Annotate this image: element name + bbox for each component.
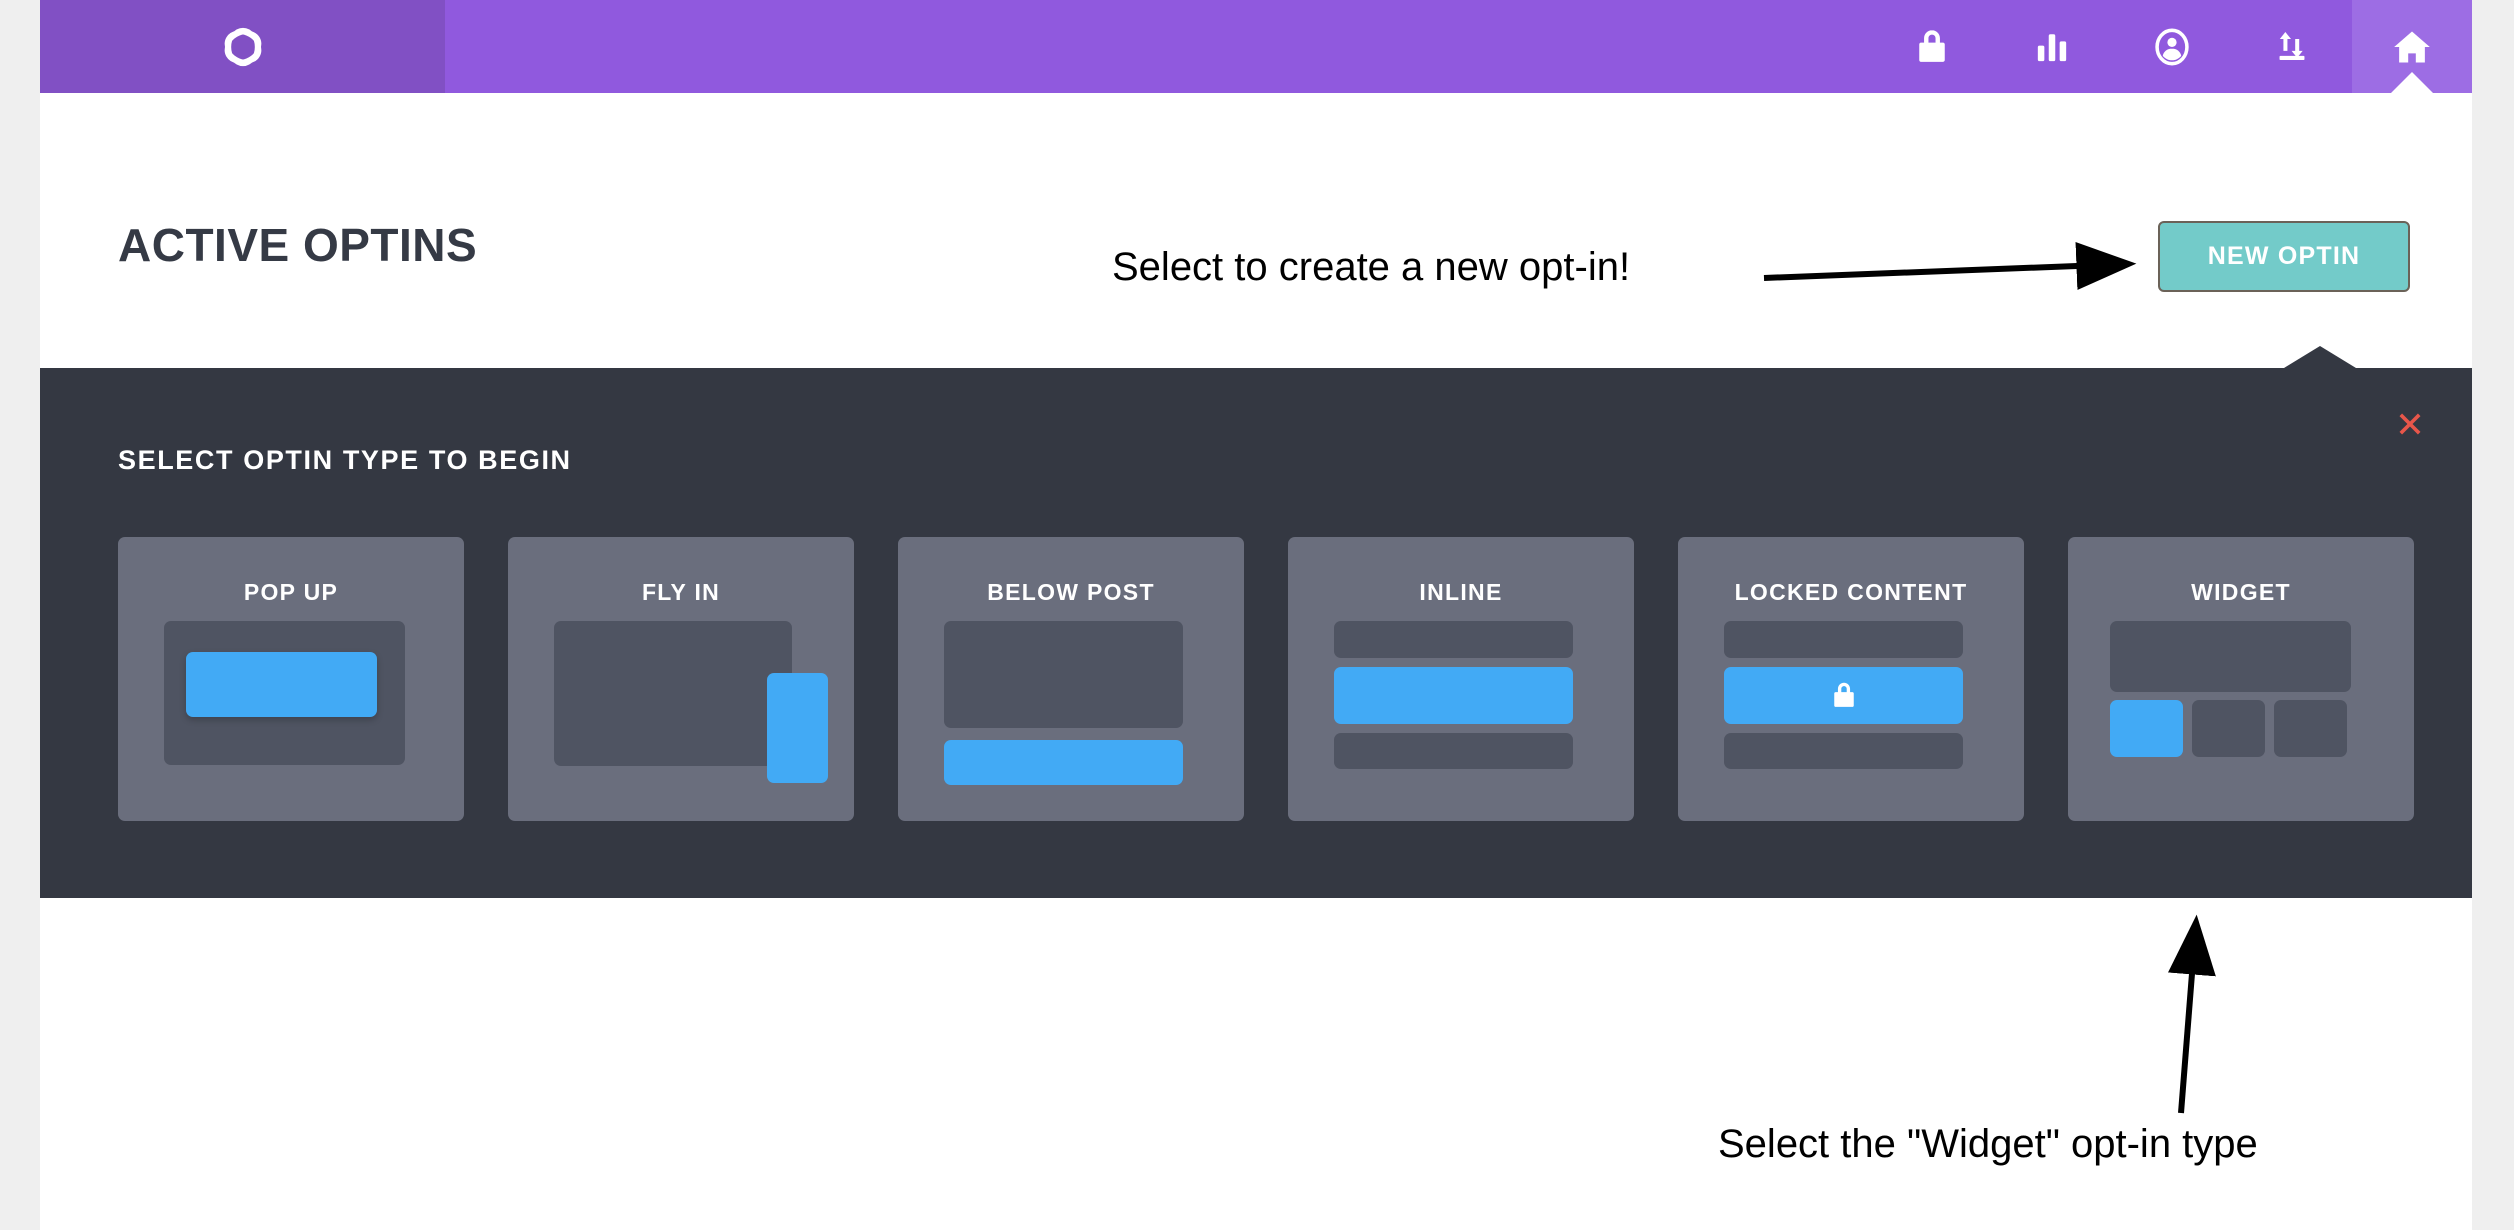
optin-card-label: BELOW POST (987, 579, 1155, 605)
optin-card-flyin[interactable]: FLY IN (508, 537, 854, 821)
optin-card-locked-content[interactable]: LOCKED CONTENT (1678, 537, 2024, 821)
popup-preview-box (186, 652, 377, 717)
bar-chart-icon (2035, 30, 2069, 64)
close-panel-button[interactable] (2390, 404, 2430, 444)
nav-lock[interactable] (1872, 0, 1992, 93)
optin-card-below-post[interactable]: BELOW POST (898, 537, 1244, 821)
optin-card-widget[interactable]: WIDGET (2068, 537, 2414, 821)
top-navigation-bar (40, 0, 2472, 94)
new-optin-button[interactable]: NEW OPTIN (2158, 221, 2410, 292)
nav-items (1872, 0, 2472, 94)
inline-preview-bottom (1334, 733, 1573, 769)
optin-type-panel: SELECT OPTIN TYPE TO BEGIN POP UP FLY IN… (40, 346, 2472, 898)
nav-import-export[interactable] (2232, 0, 2352, 93)
page-header-row: ACTIVE OPTINS NEW OPTIN (40, 93, 2472, 368)
close-x-icon (2393, 407, 2427, 441)
widget-preview-square-3 (2274, 700, 2347, 757)
widget-preview-square-2 (2192, 700, 2265, 757)
widget-preview-header (2110, 621, 2351, 692)
nav-home[interactable] (2352, 0, 2472, 94)
inline-preview-box (1334, 667, 1573, 724)
locked-preview-top (1724, 621, 1963, 658)
widget-preview-box (2110, 700, 2183, 757)
optin-card-label: FLY IN (641, 579, 721, 605)
user-circle-icon (2154, 28, 2190, 66)
optin-card-label: POP UP (243, 579, 339, 605)
flyin-preview-box (767, 673, 828, 783)
app-shell: ACTIVE OPTINS NEW OPTIN SELECT OPTIN TYP… (40, 0, 2472, 1230)
below-post-preview-box (944, 740, 1183, 785)
below-post-preview-frame (944, 621, 1183, 728)
locked-preview-bottom (1724, 733, 1963, 769)
nav-account[interactable] (2112, 0, 2232, 93)
optin-card-label: LOCKED CONTENT (1734, 579, 1968, 605)
optin-card-label: WIDGET (2191, 579, 2291, 605)
flyin-preview-frame (554, 621, 792, 766)
lock-icon (1831, 681, 1857, 710)
optin-card-popup[interactable]: POP UP (118, 537, 464, 821)
lock-icon (1915, 28, 1949, 66)
locked-preview-box (1724, 667, 1963, 724)
active-tab-pointer (2390, 72, 2434, 94)
panel-pointer (2284, 346, 2356, 368)
app-logo[interactable] (40, 0, 445, 93)
import-export-icon (2274, 29, 2310, 65)
nav-stats[interactable] (1992, 0, 2112, 93)
interlocking-circles-logo-icon (212, 16, 274, 78)
optin-card-inline[interactable]: INLINE (1288, 537, 1634, 821)
page-title: ACTIVE OPTINS (118, 219, 478, 271)
home-icon (2393, 29, 2431, 65)
inline-preview-top (1334, 621, 1573, 658)
optin-card-label: INLINE (1419, 579, 1503, 605)
panel-title: SELECT OPTIN TYPE TO BEGIN (118, 445, 572, 475)
optin-type-cards: POP UP FLY IN BELOW POST INLINE LOCKED C… (118, 537, 2414, 821)
